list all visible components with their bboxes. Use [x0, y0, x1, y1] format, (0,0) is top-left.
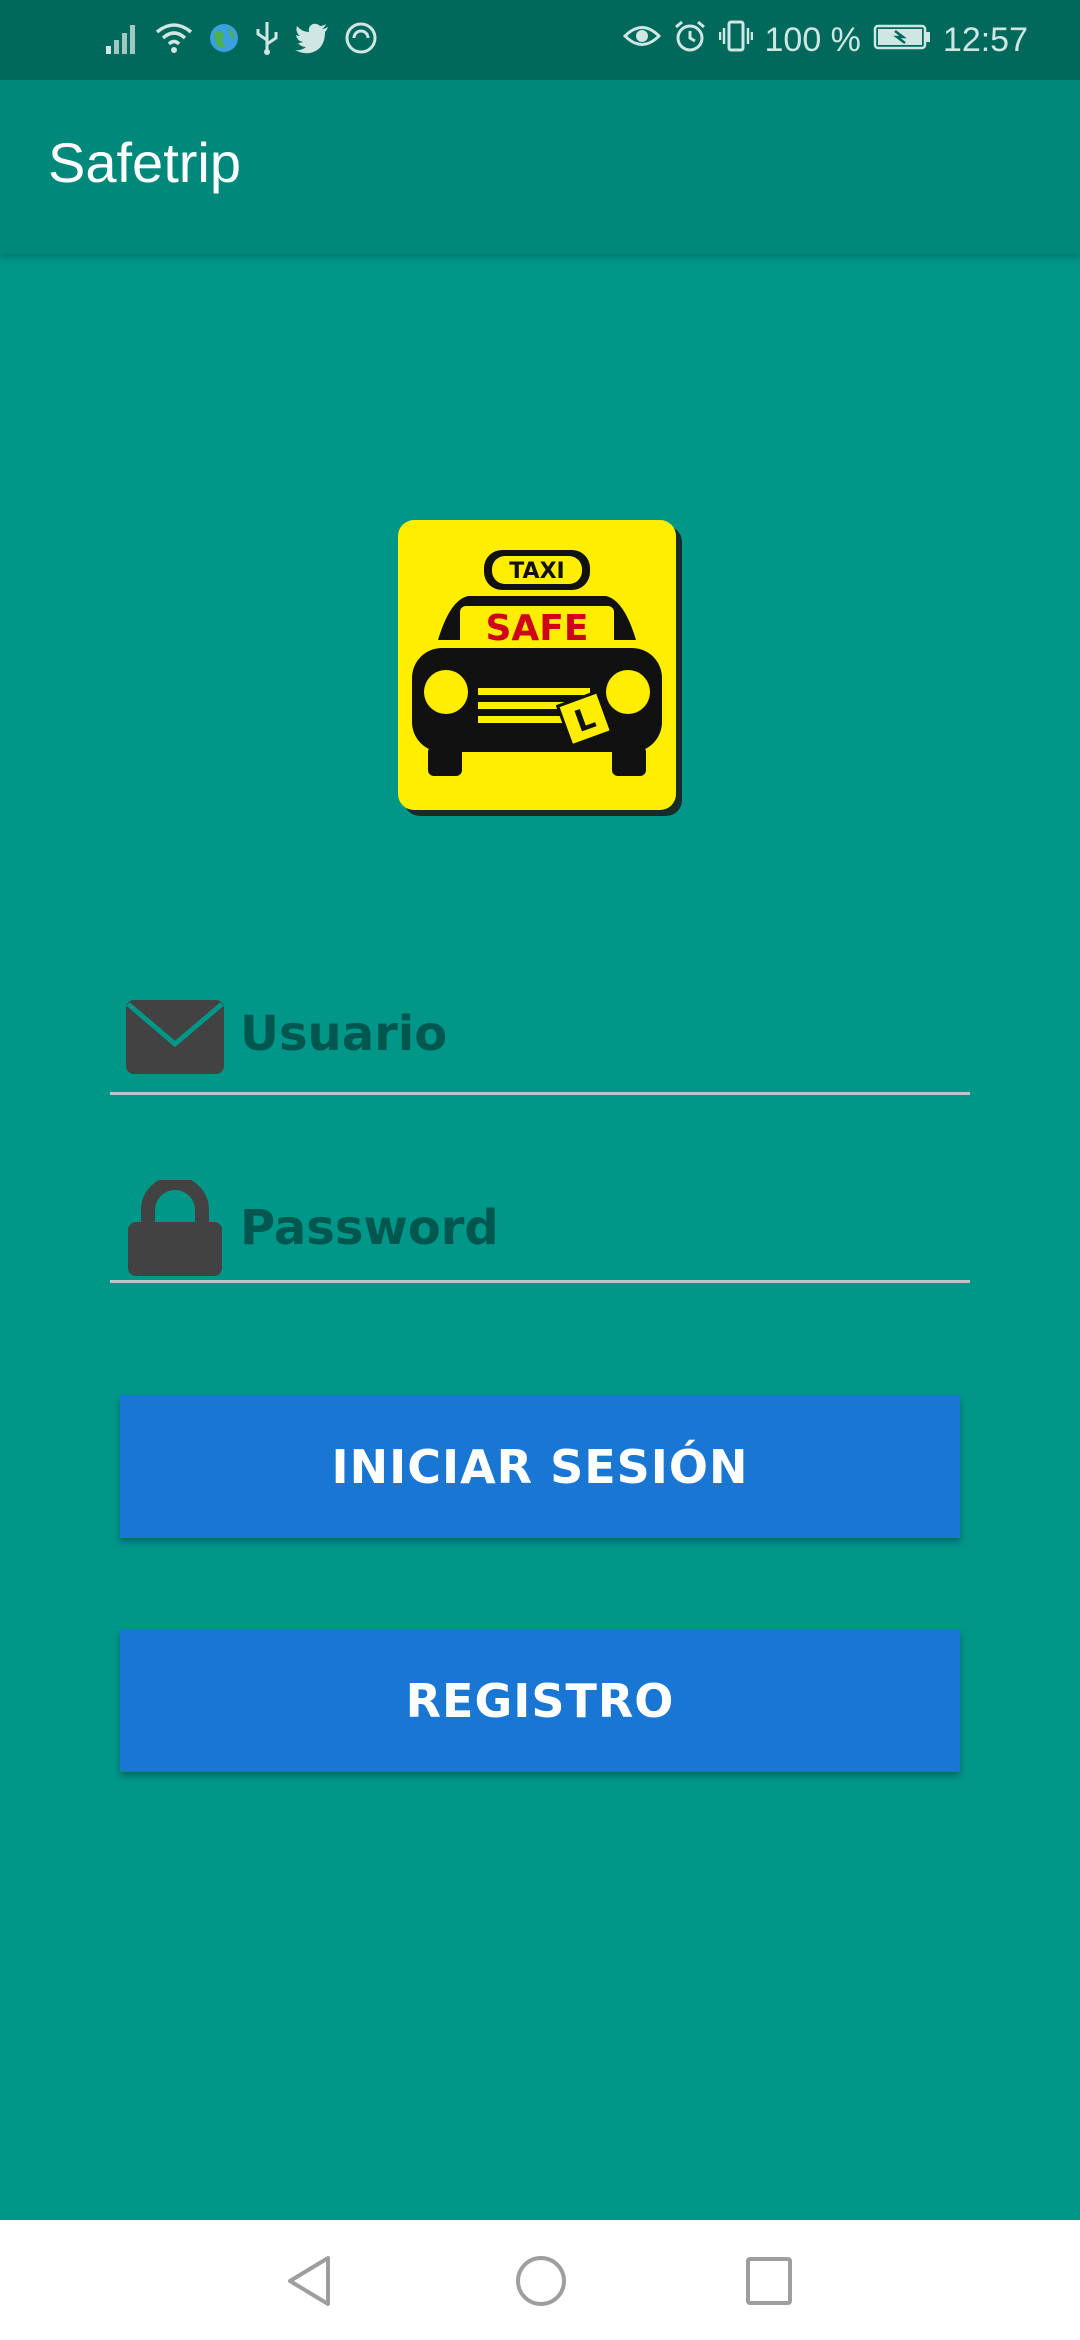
signal-icon	[104, 20, 140, 61]
usb-icon	[254, 20, 280, 61]
wifi-icon	[154, 20, 194, 61]
globe-icon	[208, 22, 240, 59]
password-field[interactable]: Password	[110, 1176, 970, 1283]
back-icon[interactable]	[284, 2254, 334, 2313]
eye-icon	[622, 21, 661, 60]
logo-safe-text: SAFE	[486, 608, 589, 649]
clock: 12:57	[942, 20, 1028, 59]
recents-icon[interactable]	[744, 2254, 794, 2313]
username-field[interactable]: Usuario	[110, 992, 970, 1095]
battery-icon	[873, 21, 931, 60]
status-bar: 100 % 12:57	[0, 0, 1080, 80]
logo-taxi-text: TAXI	[509, 559, 564, 584]
password-placeholder: Password	[240, 1200, 499, 1256]
navigation-bar	[0, 2220, 1080, 2340]
twitter-icon	[294, 22, 330, 59]
app-title: Safetrip	[48, 131, 241, 194]
app-bar: Safetrip	[0, 80, 1080, 254]
username-placeholder: Usuario	[240, 1006, 448, 1062]
login-button[interactable]: INICIAR SESIÓN	[120, 1396, 960, 1538]
home-icon[interactable]	[514, 2254, 568, 2313]
email-icon	[126, 1000, 224, 1079]
register-button[interactable]: REGISTRO	[120, 1630, 960, 1772]
lock-icon	[126, 1176, 224, 1283]
battery-percent: 100 %	[764, 20, 861, 59]
alarm-icon	[673, 19, 707, 62]
vibrate-icon	[718, 19, 753, 62]
sync-icon	[344, 21, 378, 60]
taxi-safe-logo: TAXI SAFE L	[398, 520, 682, 818]
